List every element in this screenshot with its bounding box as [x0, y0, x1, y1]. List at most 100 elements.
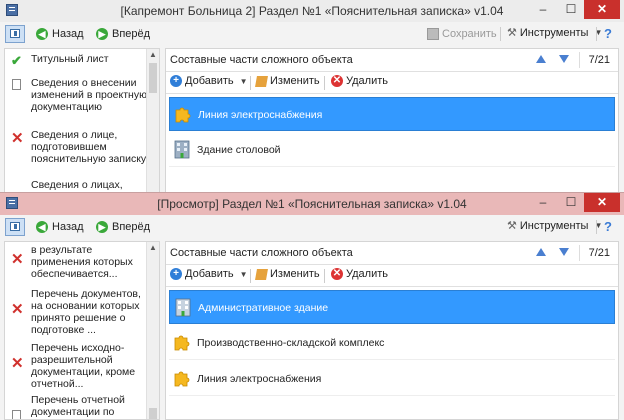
- toolbar-divider: [596, 27, 597, 41]
- plus-icon: +: [170, 268, 182, 280]
- puzzle-icon: [175, 107, 191, 123]
- section-list: ✔ Титульный лист Сведения о внесении изм…: [4, 48, 160, 200]
- scrollbar[interactable]: ▲: [146, 49, 159, 199]
- row-label: Здание столовой: [197, 144, 281, 156]
- delete-label: Удалить: [346, 75, 388, 87]
- toolbar: ◀ Назад ▶ Вперёд Сохранить ⚒ Инструменты…: [0, 22, 624, 46]
- header-divider: [579, 245, 580, 261]
- forward-button[interactable]: ▶ Вперёд: [96, 26, 150, 42]
- help-icon[interactable]: ?: [604, 219, 612, 234]
- cross-icon: ✕: [11, 301, 24, 318]
- scrollbar[interactable]: ▲: [146, 242, 159, 419]
- forward-label: Вперёд: [112, 221, 151, 233]
- title-bar[interactable]: [Просмотр] Раздел №1 «Пояснительная запи…: [0, 193, 624, 215]
- chevron-down-icon[interactable]: ▼: [240, 77, 248, 86]
- tools-icon: ⚒: [507, 27, 517, 39]
- puzzle-icon: [174, 371, 190, 387]
- back-label: Назад: [52, 28, 84, 40]
- actions-bar: + Добавить ▼ Изменить ✕ Удалить: [166, 264, 618, 287]
- list-item-label: Сведения о лицах,: [31, 179, 123, 191]
- tools-label: Инструменты: [519, 26, 589, 39]
- row-label: Административное здание: [198, 302, 329, 314]
- row-label: Линия электроснабжения: [198, 109, 323, 121]
- forward-arrow-icon: ▶: [96, 221, 108, 233]
- table-row[interactable]: Линия электроснабжения: [169, 362, 615, 396]
- edit-label: Изменить: [270, 75, 320, 87]
- minimize-button[interactable]: ‒: [530, 0, 556, 19]
- scroll-up-icon[interactable]: ▲: [147, 243, 159, 252]
- delete-button[interactable]: ✕ Удалить: [331, 268, 388, 280]
- maximize-button[interactable]: ☐: [558, 193, 584, 212]
- cross-icon: ✕: [11, 130, 24, 147]
- add-button[interactable]: + Добавить ▼: [170, 75, 248, 87]
- row-label: Производственно-складской комплекс: [197, 337, 385, 349]
- chevron-down-icon[interactable]: ▼: [240, 270, 248, 279]
- pencil-icon: [255, 75, 268, 87]
- save-icon: [427, 28, 439, 40]
- toggle-panel-button[interactable]: [5, 218, 25, 236]
- forward-label: Вперёд: [112, 28, 151, 40]
- title-bar[interactable]: [Капремонт Больница 2] Раздел №1 «Поясни…: [0, 0, 624, 22]
- save-button[interactable]: Сохранить: [427, 26, 497, 42]
- scroll-thumb[interactable]: [149, 408, 157, 419]
- back-label: Назад: [52, 221, 84, 233]
- move-down-icon[interactable]: [559, 55, 569, 63]
- building-icon: [174, 140, 190, 159]
- move-up-icon[interactable]: [536, 55, 546, 63]
- scroll-up-icon[interactable]: ▲: [147, 50, 159, 59]
- document-icon: [12, 79, 21, 90]
- editor-window: [Капремонт Больница 2] Раздел №1 «Поясни…: [0, 0, 624, 200]
- list-item-label: Перечень документов, на основании которы…: [31, 288, 141, 336]
- forward-button[interactable]: ▶ Вперёд: [96, 219, 150, 235]
- plus-icon: +: [170, 75, 182, 87]
- panel-title: Составные части сложного объекта: [170, 54, 353, 66]
- components-panel: Составные части сложного объекта 7/21 + …: [165, 48, 619, 200]
- header-divider: [579, 52, 580, 68]
- close-button[interactable]: ✕: [584, 193, 620, 212]
- add-button[interactable]: + Добавить ▼: [170, 268, 248, 280]
- panel-title: Составные части сложного объекта: [170, 247, 353, 259]
- components-panel: Составные части сложного объекта 7/21 + …: [165, 241, 619, 420]
- table-row[interactable]: Производственно-складской комплекс: [169, 326, 615, 360]
- delete-icon: ✕: [331, 75, 343, 87]
- table-row[interactable]: Линия электроснабжения: [169, 97, 615, 131]
- edit-label: Изменить: [270, 268, 320, 280]
- tools-menu[interactable]: ⚒ Инструменты ▼: [507, 219, 602, 233]
- check-icon: ✔: [11, 53, 22, 68]
- maximize-button[interactable]: ☐: [558, 0, 584, 19]
- table-row[interactable]: Здание столовой: [169, 133, 615, 167]
- toolbar-divider: [596, 220, 597, 234]
- list-item-label: Сведения о внесении изменений в проектну…: [31, 77, 147, 113]
- back-arrow-icon: ◀: [36, 28, 48, 40]
- tools-label: Инструменты: [519, 219, 589, 232]
- edit-button[interactable]: Изменить: [255, 75, 320, 87]
- minimize-button[interactable]: ‒: [530, 193, 556, 212]
- back-arrow-icon: ◀: [36, 221, 48, 233]
- puzzle-icon: [174, 335, 190, 351]
- panel-header: Составные части сложного объекта 7/21: [166, 49, 618, 72]
- edit-button[interactable]: Изменить: [255, 268, 320, 280]
- save-label: Сохранить: [442, 28, 497, 40]
- actions-bar: + Добавить ▼ Изменить ✕ Удалить: [166, 71, 618, 94]
- move-up-icon[interactable]: [536, 248, 546, 256]
- table-row[interactable]: Административное здание: [169, 290, 615, 324]
- pencil-icon: [255, 268, 268, 280]
- list-item-label: Перечень отчетной документации по: [31, 394, 125, 418]
- building-icon: [175, 298, 191, 317]
- toggle-panel-button[interactable]: [5, 25, 25, 43]
- actions-divider: [324, 269, 325, 283]
- help-icon[interactable]: ?: [604, 26, 612, 41]
- preview-window: [Просмотр] Раздел №1 «Пояснительная запи…: [0, 192, 624, 420]
- tools-menu[interactable]: ⚒ Инструменты ▼: [507, 26, 602, 40]
- delete-button[interactable]: ✕ Удалить: [331, 75, 388, 87]
- toolbar: ◀ Назад ▶ Вперёд ⚒ Инструменты ▼ ?: [0, 215, 624, 239]
- scroll-thumb[interactable]: [149, 63, 157, 93]
- back-button[interactable]: ◀ Назад: [36, 26, 84, 42]
- cross-icon: ✕: [11, 355, 24, 372]
- toolbar-divider: [500, 27, 501, 41]
- close-button[interactable]: ✕: [584, 0, 620, 19]
- item-counter: 7/21: [588, 54, 610, 66]
- delete-label: Удалить: [346, 268, 388, 280]
- move-down-icon[interactable]: [559, 248, 569, 256]
- back-button[interactable]: ◀ Назад: [36, 219, 84, 235]
